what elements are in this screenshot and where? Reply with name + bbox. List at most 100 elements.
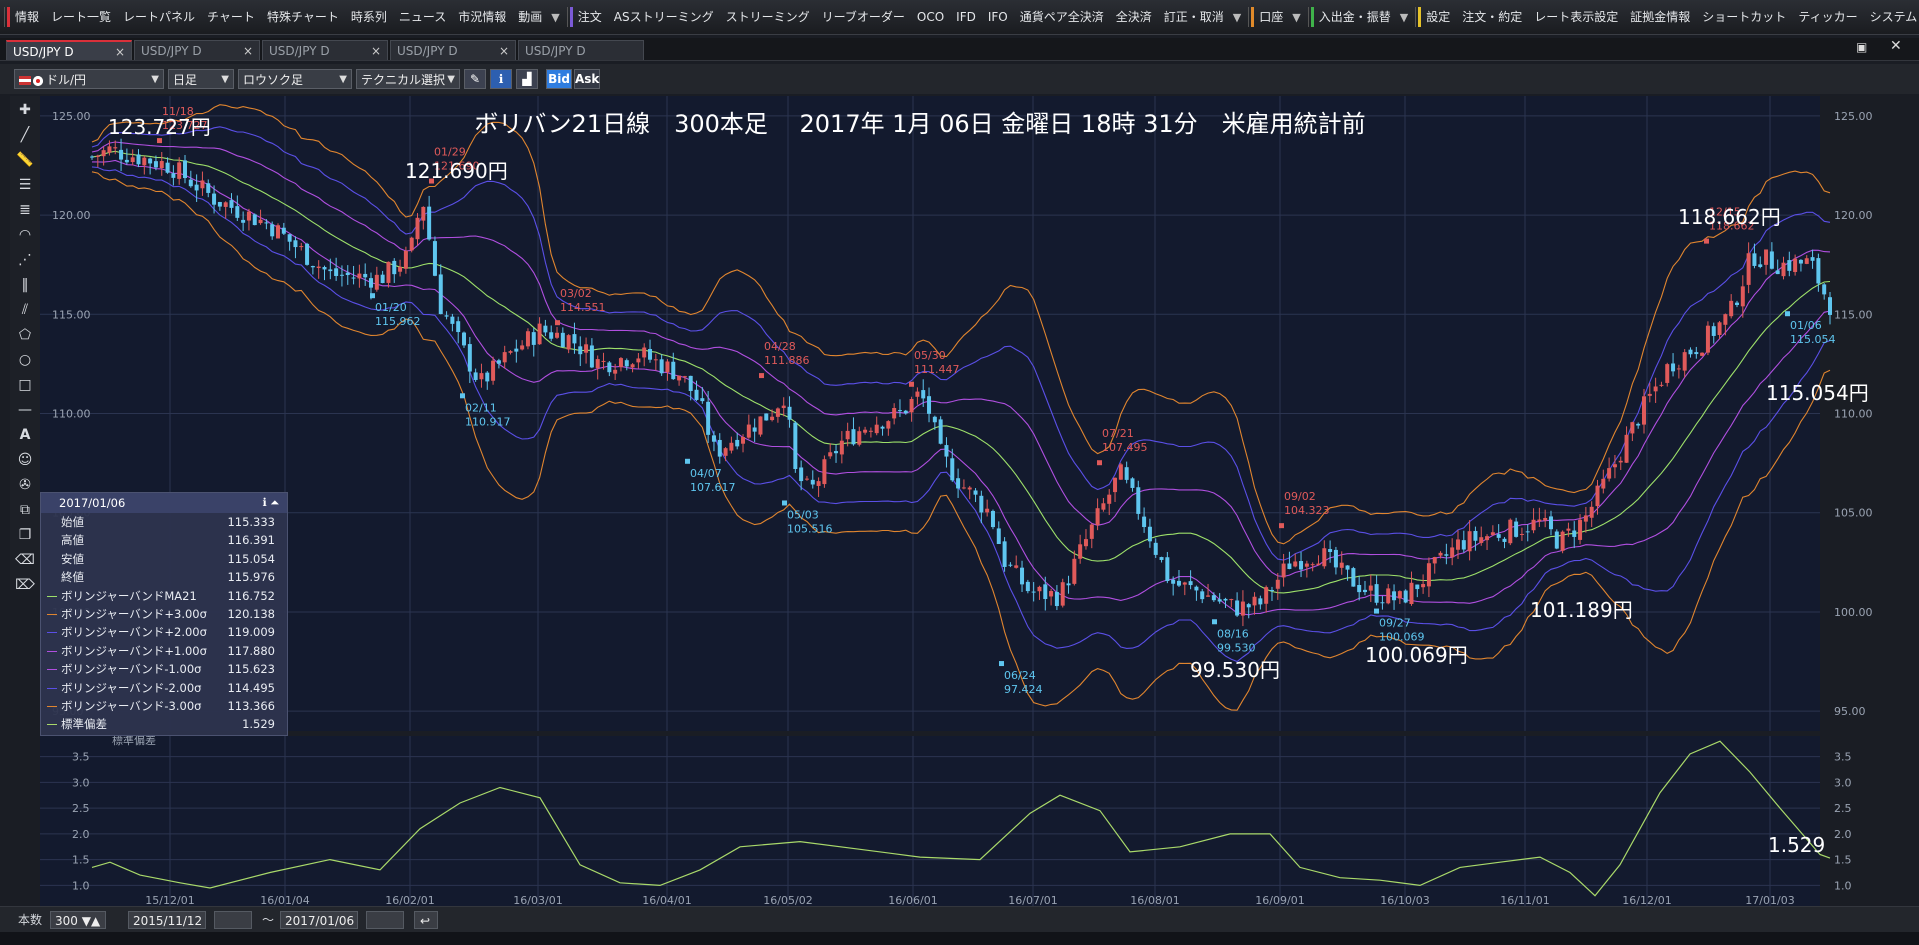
menu-item[interactable]: ティッカー <box>1792 7 1863 27</box>
menu-item[interactable]: 市況情報 <box>452 7 512 27</box>
menu-item[interactable]: ASストリーミング <box>608 7 720 27</box>
refresh-icon[interactable]: ↩ <box>414 911 438 929</box>
rectangle-icon[interactable]: □ <box>13 374 37 396</box>
more-menu-icon[interactable]: ▼ <box>548 11 562 24</box>
data-window-label: 高値 <box>61 533 84 548</box>
menu-item[interactable]: 全決済 <box>1110 7 1158 27</box>
area-chart-icon[interactable]: ▟ <box>516 69 538 89</box>
menu-item[interactable]: 動画 <box>512 7 548 27</box>
technical-select[interactable]: テクニカル選択 ▼ <box>356 69 460 89</box>
menu-item[interactable]: ニュース <box>393 7 452 27</box>
eraser-all-icon[interactable]: ⌦ <box>13 574 37 596</box>
circle-icon[interactable]: ○ <box>13 349 37 371</box>
text-icon[interactable]: A <box>13 424 37 446</box>
tab-label: USD/JPY D <box>141 44 202 58</box>
info-icon[interactable]: ℹ <box>490 69 512 89</box>
candle-body <box>1618 460 1623 463</box>
more-menu-icon[interactable]: ▼ <box>1230 11 1244 24</box>
candle-body <box>438 274 443 315</box>
emoji-icon[interactable]: ☺ <box>13 449 37 471</box>
data-window-value: 115.623 <box>227 662 275 677</box>
vertical-lines-icon[interactable]: ‖ <box>13 274 37 296</box>
menu-item[interactable]: 口座 <box>1251 7 1289 27</box>
menu-item[interactable]: ショートカット <box>1696 7 1792 27</box>
menu-item[interactable]: 通貨ペア全決済 <box>1014 7 1110 27</box>
x-tick-label: 16/02/01 <box>385 894 434 906</box>
menu-item[interactable]: IFO <box>982 7 1014 27</box>
copy-icon[interactable]: ⧉ <box>13 499 37 521</box>
menu-item[interactable]: システム <box>1864 7 1919 27</box>
to-time-input[interactable] <box>366 911 404 929</box>
channel-icon[interactable]: ≣ <box>13 199 37 221</box>
tab-usdjpy-4[interactable]: USD/JPY D × <box>390 40 516 60</box>
maximize-icon[interactable]: ▣ <box>1856 40 1867 54</box>
candle-body <box>1659 384 1664 386</box>
close-icon[interactable]: × <box>371 41 381 61</box>
candle-body <box>793 422 798 470</box>
menu-item[interactable]: OCO <box>911 7 950 27</box>
menu-item[interactable]: リーブオーダー <box>816 7 911 27</box>
menu-item[interactable]: 入出金・振替 <box>1310 7 1397 27</box>
info-collapse-icon[interactable]: ℹ ⏶ <box>263 493 279 513</box>
menu-item[interactable]: チャート <box>201 7 261 27</box>
menu-item[interactable]: 証拠金情報 <box>1624 7 1696 27</box>
trendline-icon[interactable]: ╱ <box>13 124 37 146</box>
pen-icon[interactable]: ✎ <box>464 69 486 89</box>
candle-body <box>607 362 612 373</box>
horizontal-lines-icon[interactable]: ☰ <box>13 174 37 196</box>
close-icon[interactable]: × <box>243 41 253 61</box>
chevron-down-icon[interactable]: ▼ <box>82 914 91 928</box>
fibonacci-arc-icon[interactable]: ◠ <box>13 224 37 246</box>
eraser-icon[interactable]: ⌫ <box>13 549 37 571</box>
from-time-input[interactable] <box>214 911 252 929</box>
menu-item[interactable]: 注文・約定 <box>1456 7 1528 27</box>
currency-pair-select[interactable]: ドル/円 ▼ <box>14 69 164 89</box>
menu-item[interactable]: 特殊チャート <box>261 7 345 27</box>
price-chart[interactable]: 125.00 125.00 120.00 120.00 115.00 115.00 110.… <box>40 96 1919 907</box>
ruler-icon[interactable]: 📏 <box>13 149 37 171</box>
close-icon[interactable]: × <box>499 41 509 61</box>
to-date-input[interactable]: 2017/01/06 <box>280 911 358 929</box>
menu-item[interactable]: IFD <box>950 7 982 27</box>
from-date-input[interactable]: 2015/11/12 <box>128 911 206 929</box>
menu-item[interactable]: レート一覧 <box>45 7 117 27</box>
period-select[interactable]: 日足 ▼ <box>168 69 234 89</box>
bid-toggle[interactable]: Bid <box>546 69 572 89</box>
data-window-value: 1.529 <box>242 717 275 732</box>
candle-body <box>491 360 496 381</box>
menu-item[interactable]: 情報 <box>7 7 45 27</box>
fan-icon[interactable]: ⋰ <box>13 249 37 271</box>
more-menu-icon[interactable]: ▼ <box>1289 11 1303 24</box>
candle-body <box>415 217 420 240</box>
chevron-up-icon[interactable]: ▲ <box>91 914 100 928</box>
chart-area[interactable]: 125.00 125.00 120.00 120.00 115.00 115.00 110.… <box>40 96 1919 907</box>
pentagon-icon[interactable]: ⬠ <box>13 324 37 346</box>
crosshair-icon[interactable]: ✚ <box>13 99 37 121</box>
more-menu-icon[interactable]: ▼ <box>1397 11 1411 24</box>
chart-style-select[interactable]: ロウソク足 ▼ <box>238 69 352 89</box>
menu-item[interactable]: ストリーミング <box>720 7 816 27</box>
ask-toggle[interactable]: Ask <box>574 69 600 89</box>
menu-item[interactable]: 注文 <box>569 7 608 27</box>
candle-body <box>1589 506 1594 518</box>
menu-item[interactable]: 設定 <box>1418 7 1456 27</box>
layers-icon[interactable]: ❐ <box>13 524 37 546</box>
candle-body <box>1798 259 1803 264</box>
tab-usdjpy-2[interactable]: USD/JPY D × <box>134 40 260 60</box>
tab-usdjpy-5[interactable]: USD/JPY D <box>518 40 644 60</box>
menu-item[interactable]: 時系列 <box>345 7 393 27</box>
bar-count-input[interactable]: 300 ▼▲ <box>50 911 106 929</box>
menu-item[interactable]: レートパネル <box>117 7 201 27</box>
close-window-icon[interactable]: ✕ <box>1890 38 1902 54</box>
hline-icon[interactable]: — <box>13 399 37 421</box>
candle-body <box>525 331 530 347</box>
candle-body <box>1159 557 1164 560</box>
menu-item[interactable]: 訂正・取消 <box>1158 7 1230 27</box>
menu-item[interactable]: レート表示設定 <box>1528 7 1624 27</box>
tab-usdjpy-1[interactable]: USD/JPY D × <box>6 40 132 60</box>
pitchfork-icon[interactable]: ⫽ <box>13 299 37 321</box>
magnet-icon[interactable]: ✇ <box>13 474 37 496</box>
close-icon[interactable]: × <box>115 42 125 62</box>
tab-usdjpy-3[interactable]: USD/JPY D × <box>262 40 388 60</box>
data-window-row: ボリンジャーバンド+1.00σ 117.880 <box>41 642 287 660</box>
